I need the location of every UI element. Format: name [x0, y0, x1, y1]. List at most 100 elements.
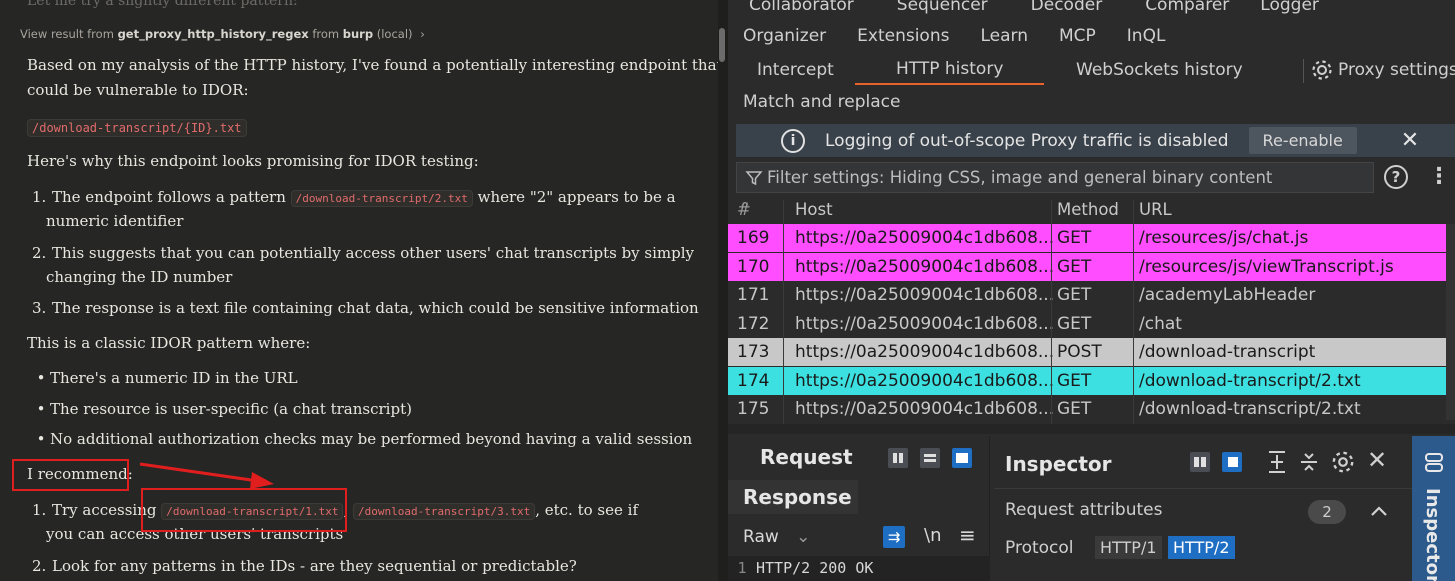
inspector-title: Inspector — [1005, 452, 1112, 476]
pane-splitter[interactable] — [728, 424, 1455, 434]
cell-method: GET — [1057, 370, 1092, 391]
column-url[interactable]: URL — [1139, 200, 1172, 219]
inspector-close-icon[interactable]: ✕ — [1367, 446, 1387, 474]
line-number: 1 — [737, 559, 747, 577]
protocol-option-http1[interactable]: HTTP/1 — [1095, 536, 1162, 559]
cell-url: /chat — [1139, 313, 1182, 334]
close-icon[interactable]: ✕ — [1401, 128, 1419, 153]
tab-logger[interactable]: Logger — [1260, 0, 1319, 15]
sort-asc-icon: ^ — [740, 200, 751, 214]
column-method[interactable]: Method — [1057, 200, 1119, 219]
status-line: HTTP/2 200 OK — [756, 559, 874, 577]
chevron-down-icon: ⌄ — [796, 527, 811, 547]
inspector-layout-icon[interactable] — [1190, 452, 1210, 472]
column-divider — [1133, 200, 1134, 424]
collapse-all-icon[interactable] — [1298, 450, 1320, 474]
filter-text: Filter settings: Hiding CSS, image and g… — [767, 168, 1273, 187]
inspector-layout-active-icon[interactable] — [1222, 452, 1242, 472]
raw-dropdown[interactable]: Raw ⌄ — [743, 527, 810, 547]
tab-intercept[interactable]: Intercept — [757, 55, 834, 85]
table-row[interactable]: 175 https://0a25009004c1db608... GET/downl… — [728, 395, 1446, 423]
list-item-cont: numeric identifier — [46, 212, 184, 230]
tab-mcp[interactable]: MCP — [1059, 26, 1096, 46]
table-scrollbar[interactable] — [1446, 224, 1455, 420]
side-tab-label: Inspector — [1422, 488, 1443, 581]
tab-inql[interactable]: InQL — [1127, 26, 1166, 46]
tab-http-history[interactable]: HTTP history — [855, 55, 1045, 85]
cell-method: GET — [1057, 399, 1092, 419]
response-editor[interactable]: 1 HTTP/2 200 OK — [728, 556, 990, 581]
bullet-item: • The resource is user-specific (a chat t… — [32, 397, 412, 422]
column-host[interactable]: Host — [795, 200, 833, 219]
bullet-item: • No additional authorization checks may … — [32, 427, 693, 452]
filter-icon — [745, 170, 763, 185]
tool-tabs-row-2: Organizer Extensions Learn MCP InQL — [743, 21, 1196, 51]
list-item: 3. The response is a text file containing… — [32, 299, 699, 317]
cell-host: https://0a25009004c1db608... — [795, 342, 1055, 362]
tab-response[interactable]: Response — [743, 485, 852, 509]
inline-code: /download-transcript/3.txt — [353, 503, 536, 520]
cell-host: https://0a25009004c1db608... — [795, 313, 1055, 334]
faded-message: Let me try a slightly different pattern: — [27, 0, 298, 9]
gear-icon — [1312, 60, 1332, 80]
tab-request[interactable]: Request — [760, 445, 853, 469]
cell-number: 170 — [737, 256, 770, 277]
tab-match-and-replace[interactable]: Match and replace — [743, 87, 900, 117]
table-row[interactable]: 171 https://0a25009004c1db608... GET/acade… — [728, 281, 1446, 309]
show-newlines-icon[interactable]: \n — [924, 525, 941, 546]
cell-url: /download-transcript/2.txt — [1139, 370, 1361, 391]
bullet-item: • There's a numeric ID in the URL — [32, 366, 298, 391]
protocol-label: Protocol — [1005, 538, 1074, 558]
divider — [994, 488, 1412, 489]
table-row[interactable]: 174 https://0a25009004c1db608... GET/downl… — [728, 366, 1446, 395]
tab-comparer[interactable]: Comparer — [1145, 0, 1229, 15]
proxy-settings-button[interactable]: Proxy settings — [1310, 55, 1455, 85]
help-icon[interactable]: ? — [1384, 165, 1408, 189]
tab-organizer[interactable]: Organizer — [743, 26, 826, 46]
table-row[interactable]: 170 https://0a25009004c1db608... GET/resou… — [728, 252, 1446, 281]
expand-all-icon[interactable] — [1266, 450, 1288, 474]
menu-icon[interactable]: ≡ — [959, 523, 976, 547]
annotation-box-recommend — [12, 459, 129, 491]
cell-method: GET — [1057, 285, 1092, 305]
layout-single-icon[interactable] — [952, 448, 972, 468]
cell-method: POST — [1057, 342, 1102, 362]
burp-panel: Collaborator Sequencer Decoder Comparer … — [728, 0, 1455, 581]
cell-host: https://0a25009004c1db608... — [795, 285, 1055, 305]
table-row[interactable]: 169 https://0a25009004c1db608... GET/resou… — [728, 224, 1446, 252]
cell-number: 171 — [737, 285, 770, 305]
tab-sequencer[interactable]: Sequencer — [897, 0, 988, 15]
filter-bar[interactable]: Filter settings: Hiding CSS, image and g… — [736, 162, 1374, 193]
intro-line-1: Based on my analysis of the HTTP history… — [27, 56, 718, 74]
tab-extensions[interactable]: Extensions — [857, 26, 949, 46]
cell-method: GET — [1057, 313, 1092, 334]
protocol-option-http2[interactable]: HTTP/2 — [1168, 536, 1235, 559]
tab-websockets-history[interactable]: WebSockets history — [1076, 55, 1243, 85]
tab-collaborator[interactable]: Collaborator — [749, 0, 854, 15]
tab-learn[interactable]: Learn — [980, 26, 1028, 46]
tool-result-link[interactable]: View result from get_proxy_http_history_… — [20, 27, 425, 41]
inspector-side-icon — [1425, 453, 1443, 472]
more-options-icon[interactable]: ⋮ — [1428, 164, 1450, 189]
re-enable-button[interactable]: Re-enable — [1248, 127, 1357, 154]
list-item-cont: changing the ID number — [46, 268, 233, 286]
column-divider — [783, 200, 784, 424]
table-row[interactable]: 173 https://0a25009004c1db608... POST/down… — [728, 338, 1446, 366]
tab-divider — [1303, 59, 1304, 83]
request-attributes-label[interactable]: Request attributes — [1005, 500, 1162, 520]
tab-decoder[interactable]: Decoder — [1031, 0, 1103, 15]
layout-split-vertical-icon[interactable] — [888, 448, 908, 468]
chevron-up-icon[interactable] — [1370, 504, 1388, 518]
tool-tabs-row-1: Collaborator Sequencer Decoder Comparer … — [749, 0, 1350, 20]
wrap-lines-icon[interactable]: ⇉ — [883, 526, 905, 548]
intro-line-2: could be vulnerable to IDOR: — [27, 81, 249, 99]
chat-scrollbar[interactable] — [719, 28, 725, 62]
inspector-settings-gear-icon[interactable] — [1330, 449, 1356, 475]
layout-split-horizontal-icon[interactable] — [920, 448, 940, 468]
inspector-pane: Inspector ✕ Request attributes 2 Protoco… — [994, 436, 1412, 581]
tool-result-prefix: View result from — [20, 27, 114, 41]
table-row[interactable]: 172 https://0a25009004c1db608... GET/chat — [728, 310, 1446, 338]
annotation-arrow-icon — [139, 462, 274, 489]
inspector-side-tab[interactable]: Inspector — [1412, 436, 1455, 581]
tool-result-mid: from — [312, 27, 340, 41]
